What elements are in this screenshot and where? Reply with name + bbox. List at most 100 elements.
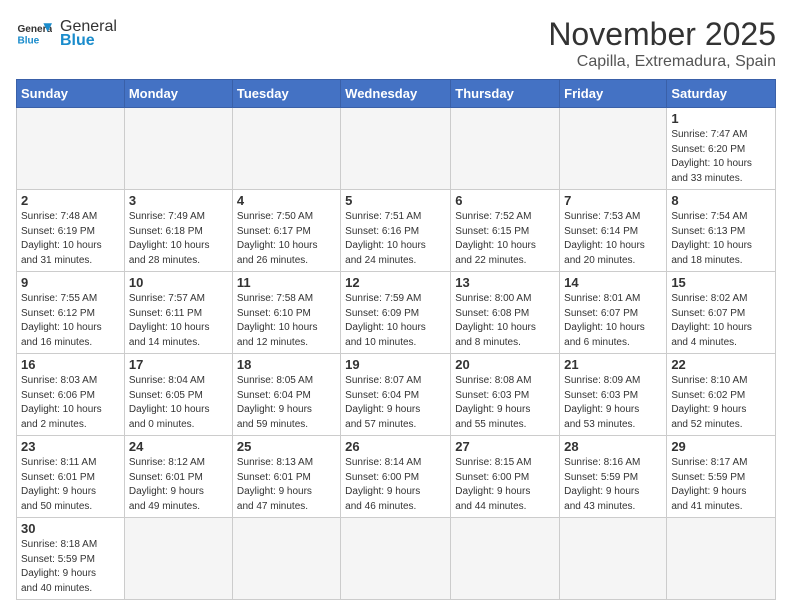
calendar-cell: [341, 518, 451, 600]
day-info: Sunrise: 7:57 AMSunset: 6:11 PMDaylight:…: [129, 292, 228, 350]
weekday-header-friday: Friday: [560, 80, 667, 108]
calendar-cell: 23 Sunrise: 8:11 AMSunset: 6:01 PMDayligh…: [17, 436, 125, 518]
calendar-cell: 3 Sunrise: 7:49 AMSunset: 6:18 PMDaylight…: [124, 190, 232, 272]
calendar-week-1: 1 Sunrise: 7:47 AMSunset: 6:20 PMDaylight…: [17, 108, 776, 190]
calendar-cell: 20Sunrise: 8:08 AMSunset: 6:03 PMDayligh…: [451, 354, 560, 436]
day-number: 12: [345, 275, 446, 290]
logo: General Blue General Blue: [16, 16, 117, 52]
calendar-cell: 11 Sunrise: 7:58 AMSunset: 6:10 PMDayligh…: [232, 272, 340, 354]
calendar-cell: 27 Sunrise: 8:15 AMSunset: 6:00 PMDayligh…: [451, 436, 560, 518]
day-info: Sunrise: 7:58 AMSunset: 6:10 PMDaylight:…: [237, 292, 336, 350]
title-section: November 2025 Capilla, Extremadura, Spai…: [548, 16, 776, 71]
calendar-cell: [560, 518, 667, 600]
day-number: 8: [671, 193, 771, 208]
day-number: 21: [564, 357, 662, 372]
day-number: 28: [564, 439, 662, 454]
calendar-cell: [232, 518, 340, 600]
calendar-cell: 4Sunrise: 7:50 AMSunset: 6:17 PMDaylight…: [232, 190, 340, 272]
calendar-cell: 26 Sunrise: 8:14 AMSunset: 6:00 PMDayligh…: [341, 436, 451, 518]
day-number: 13: [455, 275, 555, 290]
day-number: 30: [21, 521, 120, 536]
day-number: 2: [21, 193, 120, 208]
day-info: Sunrise: 8:02 AMSunset: 6:07 PMDaylight:…: [671, 292, 771, 350]
location-title: Capilla, Extremadura, Spain: [548, 53, 776, 71]
logo-icon: General Blue: [16, 16, 52, 52]
calendar-week-6: 30 Sunrise: 8:18 AMSunset: 5:59 PMDayligh…: [17, 518, 776, 600]
calendar-cell: 25 Sunrise: 8:13 AMSunset: 6:01 PMDayligh…: [232, 436, 340, 518]
day-info: Sunrise: 8:05 AMSunset: 6:04 PMDaylight:…: [237, 374, 336, 432]
weekday-header-thursday: Thursday: [451, 80, 560, 108]
calendar-cell: 15 Sunrise: 8:02 AMSunset: 6:07 PMDayligh…: [667, 272, 776, 354]
calendar-cell: 14Sunrise: 8:01 AMSunset: 6:07 PMDayligh…: [560, 272, 667, 354]
month-title: November 2025: [548, 16, 776, 53]
calendar-week-3: 9 Sunrise: 7:55 AMSunset: 6:12 PMDaylight…: [17, 272, 776, 354]
day-info: Sunrise: 8:10 AMSunset: 6:02 PMDaylight:…: [671, 374, 771, 432]
day-number: 16: [21, 357, 120, 372]
calendar-week-2: 2 Sunrise: 7:48 AMSunset: 6:19 PMDaylight…: [17, 190, 776, 272]
calendar-cell: 30 Sunrise: 8:18 AMSunset: 5:59 PMDayligh…: [17, 518, 125, 600]
day-info: Sunrise: 7:52 AMSunset: 6:15 PMDaylight:…: [455, 210, 555, 268]
calendar-cell: 29Sunrise: 8:17 AMSunset: 5:59 PMDayligh…: [667, 436, 776, 518]
svg-text:Blue: Blue: [17, 35, 39, 46]
day-number: 19: [345, 357, 446, 372]
day-info: Sunrise: 7:50 AMSunset: 6:17 PMDaylight:…: [237, 210, 336, 268]
calendar-cell: [667, 518, 776, 600]
day-info: Sunrise: 8:00 AMSunset: 6:08 PMDaylight:…: [455, 292, 555, 350]
day-info: Sunrise: 7:54 AMSunset: 6:13 PMDaylight:…: [671, 210, 771, 268]
weekday-header-saturday: Saturday: [667, 80, 776, 108]
calendar-cell: 22 Sunrise: 8:10 AMSunset: 6:02 PMDayligh…: [667, 354, 776, 436]
calendar-cell: 2 Sunrise: 7:48 AMSunset: 6:19 PMDaylight…: [17, 190, 125, 272]
day-info: Sunrise: 8:13 AMSunset: 6:01 PMDaylight:…: [237, 456, 336, 514]
calendar-cell: [232, 108, 340, 190]
day-number: 25: [237, 439, 336, 454]
day-info: Sunrise: 8:01 AMSunset: 6:07 PMDaylight:…: [564, 292, 662, 350]
calendar-cell: 21 Sunrise: 8:09 AMSunset: 6:03 PMDayligh…: [560, 354, 667, 436]
calendar-cell: 28 Sunrise: 8:16 AMSunset: 5:59 PMDayligh…: [560, 436, 667, 518]
day-info: Sunrise: 8:18 AMSunset: 5:59 PMDaylight:…: [21, 538, 120, 596]
weekday-header-monday: Monday: [124, 80, 232, 108]
day-info: Sunrise: 7:49 AMSunset: 6:18 PMDaylight:…: [129, 210, 228, 268]
day-number: 3: [129, 193, 228, 208]
day-info: Sunrise: 7:48 AMSunset: 6:19 PMDaylight:…: [21, 210, 120, 268]
calendar-cell: 16Sunrise: 8:03 AMSunset: 6:06 PMDayligh…: [17, 354, 125, 436]
day-number: 26: [345, 439, 446, 454]
calendar-cell: 6 Sunrise: 7:52 AMSunset: 6:15 PMDaylight…: [451, 190, 560, 272]
day-info: Sunrise: 8:11 AMSunset: 6:01 PMDaylight:…: [21, 456, 120, 514]
day-info: Sunrise: 8:14 AMSunset: 6:00 PMDaylight:…: [345, 456, 446, 514]
day-info: Sunrise: 8:17 AMSunset: 5:59 PMDaylight:…: [671, 456, 771, 514]
page-header: General Blue General Blue November 2025 …: [16, 16, 776, 71]
day-info: Sunrise: 7:59 AMSunset: 6:09 PMDaylight:…: [345, 292, 446, 350]
calendar-cell: 17 Sunrise: 8:04 AMSunset: 6:05 PMDayligh…: [124, 354, 232, 436]
calendar-cell: [124, 108, 232, 190]
day-number: 20: [455, 357, 555, 372]
calendar-cell: [451, 108, 560, 190]
day-number: 9: [21, 275, 120, 290]
day-info: Sunrise: 8:16 AMSunset: 5:59 PMDaylight:…: [564, 456, 662, 514]
day-number: 17: [129, 357, 228, 372]
calendar-cell: 12 Sunrise: 7:59 AMSunset: 6:09 PMDayligh…: [341, 272, 451, 354]
day-number: 15: [671, 275, 771, 290]
day-number: 6: [455, 193, 555, 208]
calendar-cell: 10Sunrise: 7:57 AMSunset: 6:11 PMDayligh…: [124, 272, 232, 354]
day-info: Sunrise: 8:15 AMSunset: 6:00 PMDaylight:…: [455, 456, 555, 514]
day-number: 23: [21, 439, 120, 454]
calendar-cell: [341, 108, 451, 190]
day-info: Sunrise: 8:09 AMSunset: 6:03 PMDaylight:…: [564, 374, 662, 432]
day-number: 22: [671, 357, 771, 372]
calendar-cell: [560, 108, 667, 190]
calendar-week-5: 23 Sunrise: 8:11 AMSunset: 6:01 PMDayligh…: [17, 436, 776, 518]
day-info: Sunrise: 7:51 AMSunset: 6:16 PMDaylight:…: [345, 210, 446, 268]
day-number: 27: [455, 439, 555, 454]
day-number: 24: [129, 439, 228, 454]
day-number: 11: [237, 275, 336, 290]
day-info: Sunrise: 8:12 AMSunset: 6:01 PMDaylight:…: [129, 456, 228, 514]
day-info: Sunrise: 7:47 AMSunset: 6:20 PMDaylight:…: [671, 128, 771, 186]
day-number: 7: [564, 193, 662, 208]
day-info: Sunrise: 7:55 AMSunset: 6:12 PMDaylight:…: [21, 292, 120, 350]
day-number: 1: [671, 111, 771, 126]
calendar-cell: 18Sunrise: 8:05 AMSunset: 6:04 PMDayligh…: [232, 354, 340, 436]
day-info: Sunrise: 7:53 AMSunset: 6:14 PMDaylight:…: [564, 210, 662, 268]
day-info: Sunrise: 8:04 AMSunset: 6:05 PMDaylight:…: [129, 374, 228, 432]
calendar-cell: 8 Sunrise: 7:54 AMSunset: 6:13 PMDaylight…: [667, 190, 776, 272]
calendar-cell: 24 Sunrise: 8:12 AMSunset: 6:01 PMDayligh…: [124, 436, 232, 518]
